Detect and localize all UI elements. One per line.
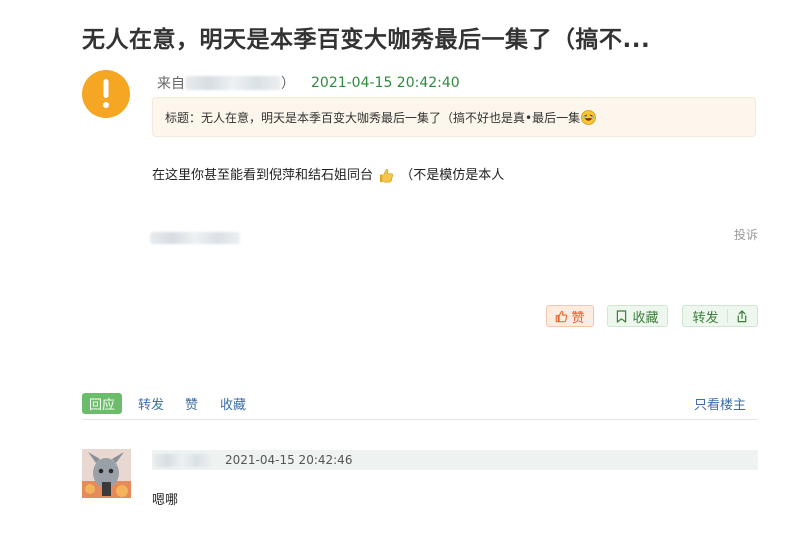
share-divider [726, 309, 728, 323]
reply-date: 2021-04-15 20:42:46 [225, 453, 353, 467]
blurred-signature [150, 229, 240, 248]
reply-author-blurred[interactable] [153, 453, 211, 467]
bookmark-icon [617, 309, 627, 323]
laughing-emoji-icon [581, 109, 596, 125]
action-bar: 回应 转发 赞 收藏 只看楼主 [82, 393, 758, 420]
reply-tag[interactable]: 回应 [82, 393, 123, 414]
author-name-blurred[interactable] [185, 76, 281, 90]
post-body: 在这里你甚至能看到倪萍和结石姐同台 （不是模仿是本人 [152, 164, 504, 183]
topic-text: 标题：无人在意，明天是本季百变大咖秀最后一集了（搞不好也是真•最后一集 [165, 110, 581, 125]
topic-box: 标题：无人在意，明天是本季百变大咖秀最后一集了（搞不好也是真•最后一集 [152, 97, 756, 137]
complain-link[interactable]: 投诉 [734, 226, 758, 243]
share-icon[interactable] [736, 309, 748, 323]
post-title: 无人在意，明天是本季百变大咖秀最后一集了（搞不... [82, 27, 651, 53]
like-button[interactable]: 赞 [546, 305, 594, 327]
only-op-link[interactable]: 只看楼主 [694, 394, 746, 413]
post-body-text: 在这里你甚至能看到倪萍和结石姐同台 [152, 168, 374, 183]
from-label: 来自 [157, 76, 185, 92]
from-suffix: ） [281, 76, 295, 92]
post-meta: 来自 ） 2021-04-15 20:42:40 [157, 73, 460, 93]
favorite-label: 收藏 [632, 310, 659, 326]
thumbs-up-emoji-icon [380, 169, 394, 183]
forward-link[interactable]: 转发 [138, 394, 164, 413]
post-body-suffix: （不是模仿是本人 [400, 168, 505, 183]
author-avatar[interactable] [82, 70, 130, 118]
reply-header: 2021-04-15 20:42:46 [152, 450, 758, 470]
like-link[interactable]: 赞 [185, 394, 198, 413]
exclamation-icon [103, 79, 109, 108]
share-button[interactable]: 转发 [682, 305, 758, 327]
reply-avatar[interactable] [82, 449, 131, 498]
favorite-button[interactable]: 收藏 [607, 305, 668, 327]
reply-text: 嗯哪 [152, 493, 179, 508]
favorite-link[interactable]: 收藏 [220, 394, 246, 413]
thumbs-up-icon [556, 310, 568, 322]
post-date: 2021-04-15 20:42:40 [311, 75, 460, 91]
like-label: 赞 [571, 310, 585, 326]
share-label: 转发 [692, 310, 719, 326]
